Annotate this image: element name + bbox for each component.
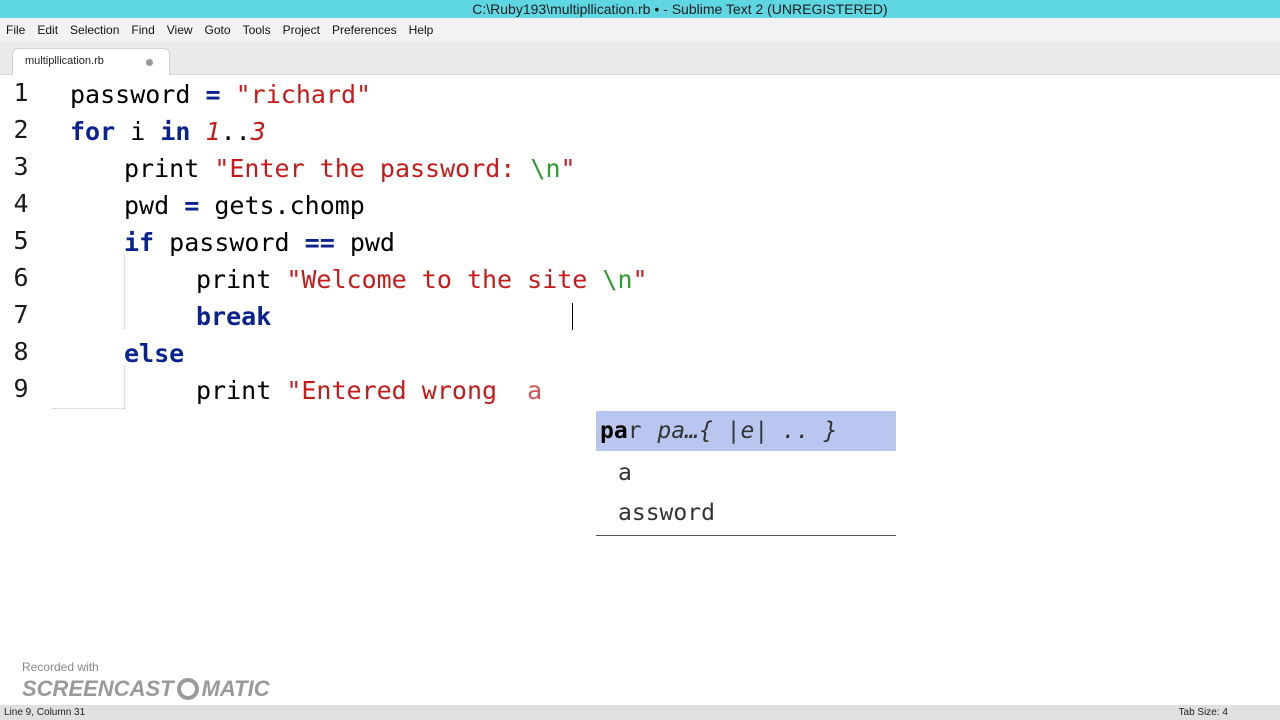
watermark-logo: SCREENCAST MATIC bbox=[22, 674, 270, 704]
code-line-2: for i in 1..3 bbox=[70, 113, 266, 150]
line-number: 6 bbox=[13, 263, 29, 292]
tab-size-indicator[interactable]: Tab Size: 4 bbox=[1179, 705, 1228, 720]
line-number: 2 bbox=[13, 115, 29, 144]
typed-text: a bbox=[527, 376, 543, 405]
code-line-9: print "Entered wrong a bbox=[196, 372, 542, 409]
keyword: for bbox=[70, 117, 116, 146]
autocomplete-rest: a bbox=[618, 460, 632, 486]
string-literal: "Enter the password: bbox=[214, 154, 531, 183]
tab-bar: multipllication.rb bbox=[0, 42, 1280, 75]
tab-multipllication-rb[interactable]: multipllication.rb bbox=[12, 48, 170, 75]
code-editor[interactable]: 1 2 3 4 5 6 7 8 9 password = "richard" f… bbox=[0, 75, 1280, 705]
string-literal: "richard" bbox=[235, 80, 372, 109]
window-title: C:\Ruby193\multipllication.rb • - Sublim… bbox=[472, 1, 888, 17]
autocomplete-rest: r bbox=[627, 418, 642, 444]
number-literal: 1 bbox=[205, 117, 221, 146]
operator: == bbox=[304, 228, 335, 257]
identifier: password bbox=[70, 80, 191, 109]
function-name: print bbox=[196, 265, 272, 294]
keyword: in bbox=[160, 117, 191, 146]
line-number: 8 bbox=[13, 337, 29, 366]
keyword: break bbox=[196, 302, 272, 331]
menu-find[interactable]: Find bbox=[125, 18, 160, 42]
code-line-7: break bbox=[196, 298, 271, 335]
window-titlebar: C:\Ruby193\multipllication.rb • - Sublim… bbox=[0, 0, 1280, 18]
tab-label: multipllication.rb bbox=[25, 55, 104, 67]
code-line-3: print "Enter the password: \n" bbox=[124, 150, 576, 187]
operator: = bbox=[184, 191, 200, 220]
autocomplete-item[interactable]: par pa…{ |e| .. } bbox=[596, 411, 896, 451]
autocomplete-match: pa bbox=[600, 418, 628, 444]
code-line-4: pwd = gets.chomp bbox=[124, 187, 365, 224]
menu-project[interactable]: Project bbox=[277, 18, 326, 42]
record-circle-icon bbox=[176, 678, 199, 700]
text-cursor bbox=[572, 303, 573, 330]
function-name: print bbox=[124, 154, 200, 183]
escape-sequence: \n bbox=[602, 265, 633, 294]
line-number: 1 bbox=[13, 78, 29, 107]
indent-guide bbox=[124, 255, 125, 329]
code-line-6: print "Welcome to the site \n" bbox=[196, 261, 648, 298]
range-operator: .. bbox=[220, 117, 251, 146]
indent-guide bbox=[124, 366, 125, 409]
menu-goto[interactable]: Goto bbox=[199, 18, 237, 42]
unsaved-dot-icon[interactable] bbox=[146, 59, 153, 66]
line-divider bbox=[52, 408, 124, 409]
identifier: password bbox=[169, 228, 290, 257]
code-line-1: password = "richard" bbox=[70, 76, 371, 113]
code-line-8: else bbox=[124, 335, 184, 372]
menu-view[interactable]: View bbox=[161, 18, 199, 42]
string-literal: "Welcome to the site bbox=[286, 265, 603, 294]
watermark-brand-left: SCREENCAST bbox=[22, 676, 174, 701]
number-literal: 3 bbox=[250, 117, 266, 146]
autocomplete-hint: pa…{ |e| .. } bbox=[657, 418, 838, 444]
screencast-watermark: Recorded with SCREENCAST MATIC bbox=[22, 660, 270, 704]
function-name: print bbox=[196, 376, 272, 405]
autocomplete-item[interactable]: a bbox=[596, 453, 896, 493]
code-line-5: if password == pwd bbox=[124, 224, 395, 261]
watermark-caption: Recorded with bbox=[22, 660, 99, 674]
line-number: 9 bbox=[13, 374, 29, 403]
autocomplete-item[interactable]: assword bbox=[596, 493, 896, 533]
identifier: pwd bbox=[124, 191, 170, 220]
menu-tools[interactable]: Tools bbox=[237, 18, 277, 42]
menu-help[interactable]: Help bbox=[403, 18, 440, 42]
cursor-position: Line 9, Column 31 bbox=[4, 707, 86, 718]
menu-file[interactable]: File bbox=[0, 18, 31, 42]
autocomplete-rest: assword bbox=[618, 500, 715, 526]
line-number: 4 bbox=[13, 189, 29, 218]
line-number: 5 bbox=[13, 226, 29, 255]
menu-edit[interactable]: Edit bbox=[31, 18, 64, 42]
string-quote: " bbox=[560, 154, 576, 183]
identifier: pwd bbox=[349, 228, 395, 257]
line-number: 3 bbox=[13, 152, 29, 181]
menu-bar: File Edit Selection Find View Goto Tools… bbox=[0, 18, 1280, 42]
menu-preferences[interactable]: Preferences bbox=[326, 18, 403, 42]
status-bar: Line 9, Column 31 Tab Size: 4 bbox=[0, 705, 1280, 720]
operator: = bbox=[205, 80, 221, 109]
menu-selection[interactable]: Selection bbox=[64, 18, 125, 42]
keyword: else bbox=[124, 339, 185, 368]
string-quote: " bbox=[632, 265, 648, 294]
identifier: i bbox=[130, 117, 146, 146]
keyword: if bbox=[124, 228, 155, 257]
autocomplete-popup: par pa…{ |e| .. } a assword bbox=[596, 411, 896, 536]
line-number: 7 bbox=[13, 300, 29, 329]
method-call: gets.chomp bbox=[214, 191, 365, 220]
string-literal: "Entered wrong bbox=[286, 376, 513, 405]
escape-sequence: \n bbox=[530, 154, 561, 183]
watermark-brand-right: MATIC bbox=[201, 676, 270, 701]
